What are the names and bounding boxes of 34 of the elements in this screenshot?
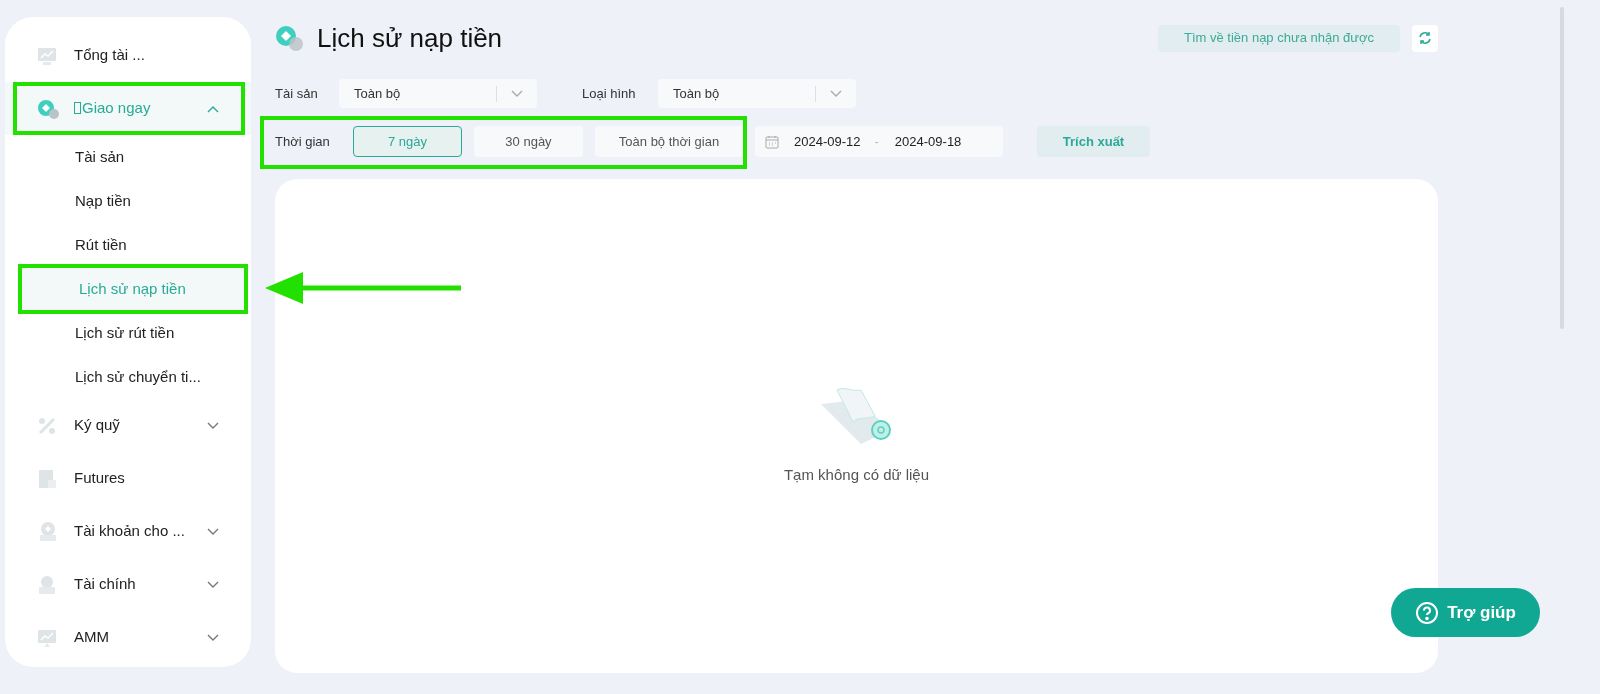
submenu-item[interactable]: Lịch sử rút tiền <box>5 311 251 355</box>
chevron-icon <box>511 89 523 98</box>
filter-dropdown[interactable]: Toàn bộ <box>658 79 856 108</box>
chevron-icon <box>207 527 219 536</box>
submenu-item[interactable]: Tài sản <box>5 135 251 179</box>
refresh-icon <box>1418 31 1432 45</box>
sidebar-item[interactable]: Futures <box>5 452 251 505</box>
sidebar-item[interactable]: AMM <box>5 611 251 664</box>
help-icon <box>1415 600 1440 625</box>
filter-label: Tài sản <box>275 84 319 103</box>
filter-dropdown[interactable]: Toàn bộ <box>339 79 537 108</box>
menu-icon <box>36 97 60 120</box>
time-range-tab[interactable]: 30 ngày <box>474 126 583 157</box>
sidebar-item[interactable]: Tài khoản cho ... <box>5 505 251 558</box>
sidebar-item[interactable]: Tài chính <box>5 558 251 611</box>
filter-label: Loại hình <box>582 84 637 103</box>
submenu-item[interactable]: Lịch sử chuyển ti... <box>5 355 251 399</box>
filter-label: Thời gian <box>275 132 331 151</box>
refresh-button[interactable] <box>1412 24 1438 52</box>
time-range-tab[interactable]: Toàn bộ thời gian <box>595 126 743 157</box>
coin-icon <box>275 24 305 52</box>
chevron-icon <box>830 89 842 98</box>
chevron-icon <box>207 104 219 113</box>
sidebar-item[interactable]: Tổng tài ... <box>5 29 251 82</box>
page-title: Lịch sử nạp tiền <box>317 21 503 55</box>
chevron-icon <box>207 421 219 430</box>
chevron-icon <box>207 633 219 642</box>
empty-message: Tạm không có dữ liệu <box>783 464 930 485</box>
submenu-item[interactable]: Nạp tiền <box>5 179 251 223</box>
calendar-icon <box>765 134 779 149</box>
sidebar-item[interactable]: Ký quỹ <box>5 399 251 452</box>
chevron-icon <box>207 580 219 589</box>
submenu-item[interactable]: Rút tiền <box>5 223 251 267</box>
date-range-field[interactable]: 2024-09-12 - 2024-09-18 <box>755 126 1003 157</box>
